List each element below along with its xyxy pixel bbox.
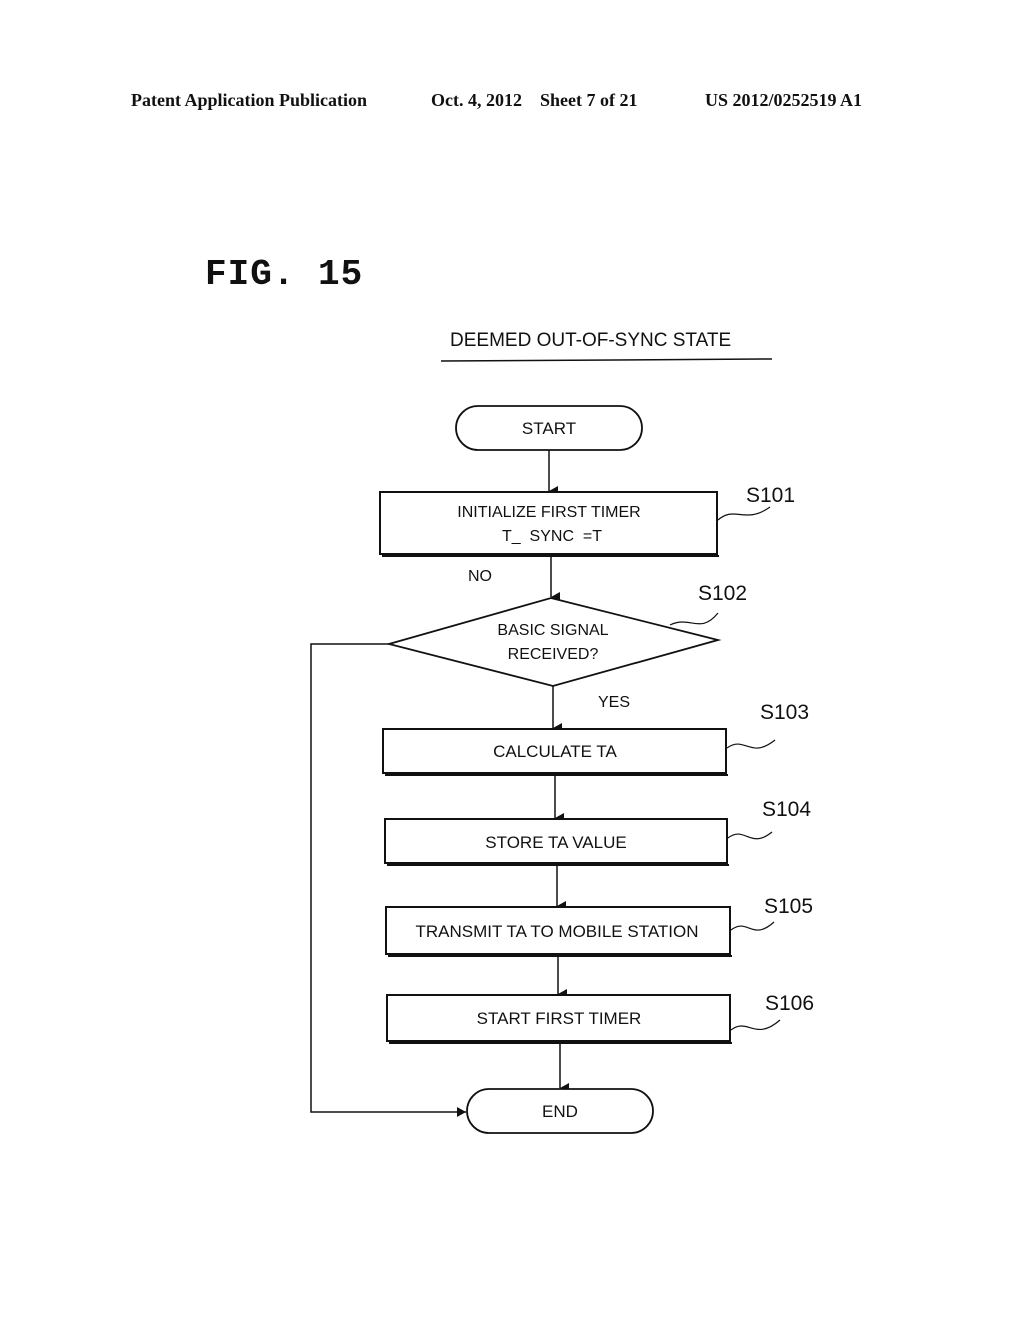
end-terminal: END	[466, 1088, 654, 1134]
step-s102-decision: BASIC SIGNAL RECEIVED? S102	[385, 582, 747, 687]
s105-label: TRANSMIT TA TO MOBILE STATION	[415, 922, 698, 941]
s105-leader	[730, 921, 775, 931]
s106-leader	[730, 1019, 781, 1031]
s102-line2: RECEIVED?	[508, 646, 599, 663]
s106-label: START FIRST TIMER	[477, 1009, 642, 1028]
step-s104: STORE TA VALUE S104	[384, 798, 811, 866]
s101-line1: INITIALIZE FIRST TIMER	[457, 504, 640, 521]
step-s106: START FIRST TIMER S106	[386, 992, 814, 1044]
no-label: NO	[468, 568, 492, 585]
s104-id: S104	[762, 798, 811, 821]
s101-id: S101	[746, 484, 795, 507]
end-label: END	[542, 1102, 578, 1121]
s103-label: CALCULATE TA	[493, 742, 617, 761]
step-s103: CALCULATE TA S103	[382, 701, 809, 776]
start-terminal: START	[455, 405, 643, 451]
yes-label: YES	[598, 694, 630, 711]
s104-label: STORE TA VALUE	[485, 833, 626, 852]
s102-line1: BASIC SIGNAL	[497, 622, 608, 639]
s103-leader	[726, 739, 776, 749]
title-underline	[440, 358, 773, 362]
s102-id: S102	[698, 582, 747, 605]
s101-line2: T_ SYNC =T	[502, 528, 602, 545]
start-label: START	[522, 419, 576, 438]
s103-id: S103	[760, 701, 809, 724]
s104-leader	[727, 831, 773, 840]
s105-id: S105	[764, 895, 813, 918]
s101-leader	[717, 506, 771, 521]
s102-leader	[669, 612, 719, 626]
step-s101: INITIALIZE FIRST TIMER T_ SYNC =T S101	[379, 484, 795, 557]
flowchart: START INITIALIZE FIRST TIMER T_ SYNC =T …	[310, 358, 814, 1134]
step-s105: TRANSMIT TA TO MOBILE STATION S105	[385, 895, 813, 957]
s106-id: S106	[765, 992, 814, 1015]
